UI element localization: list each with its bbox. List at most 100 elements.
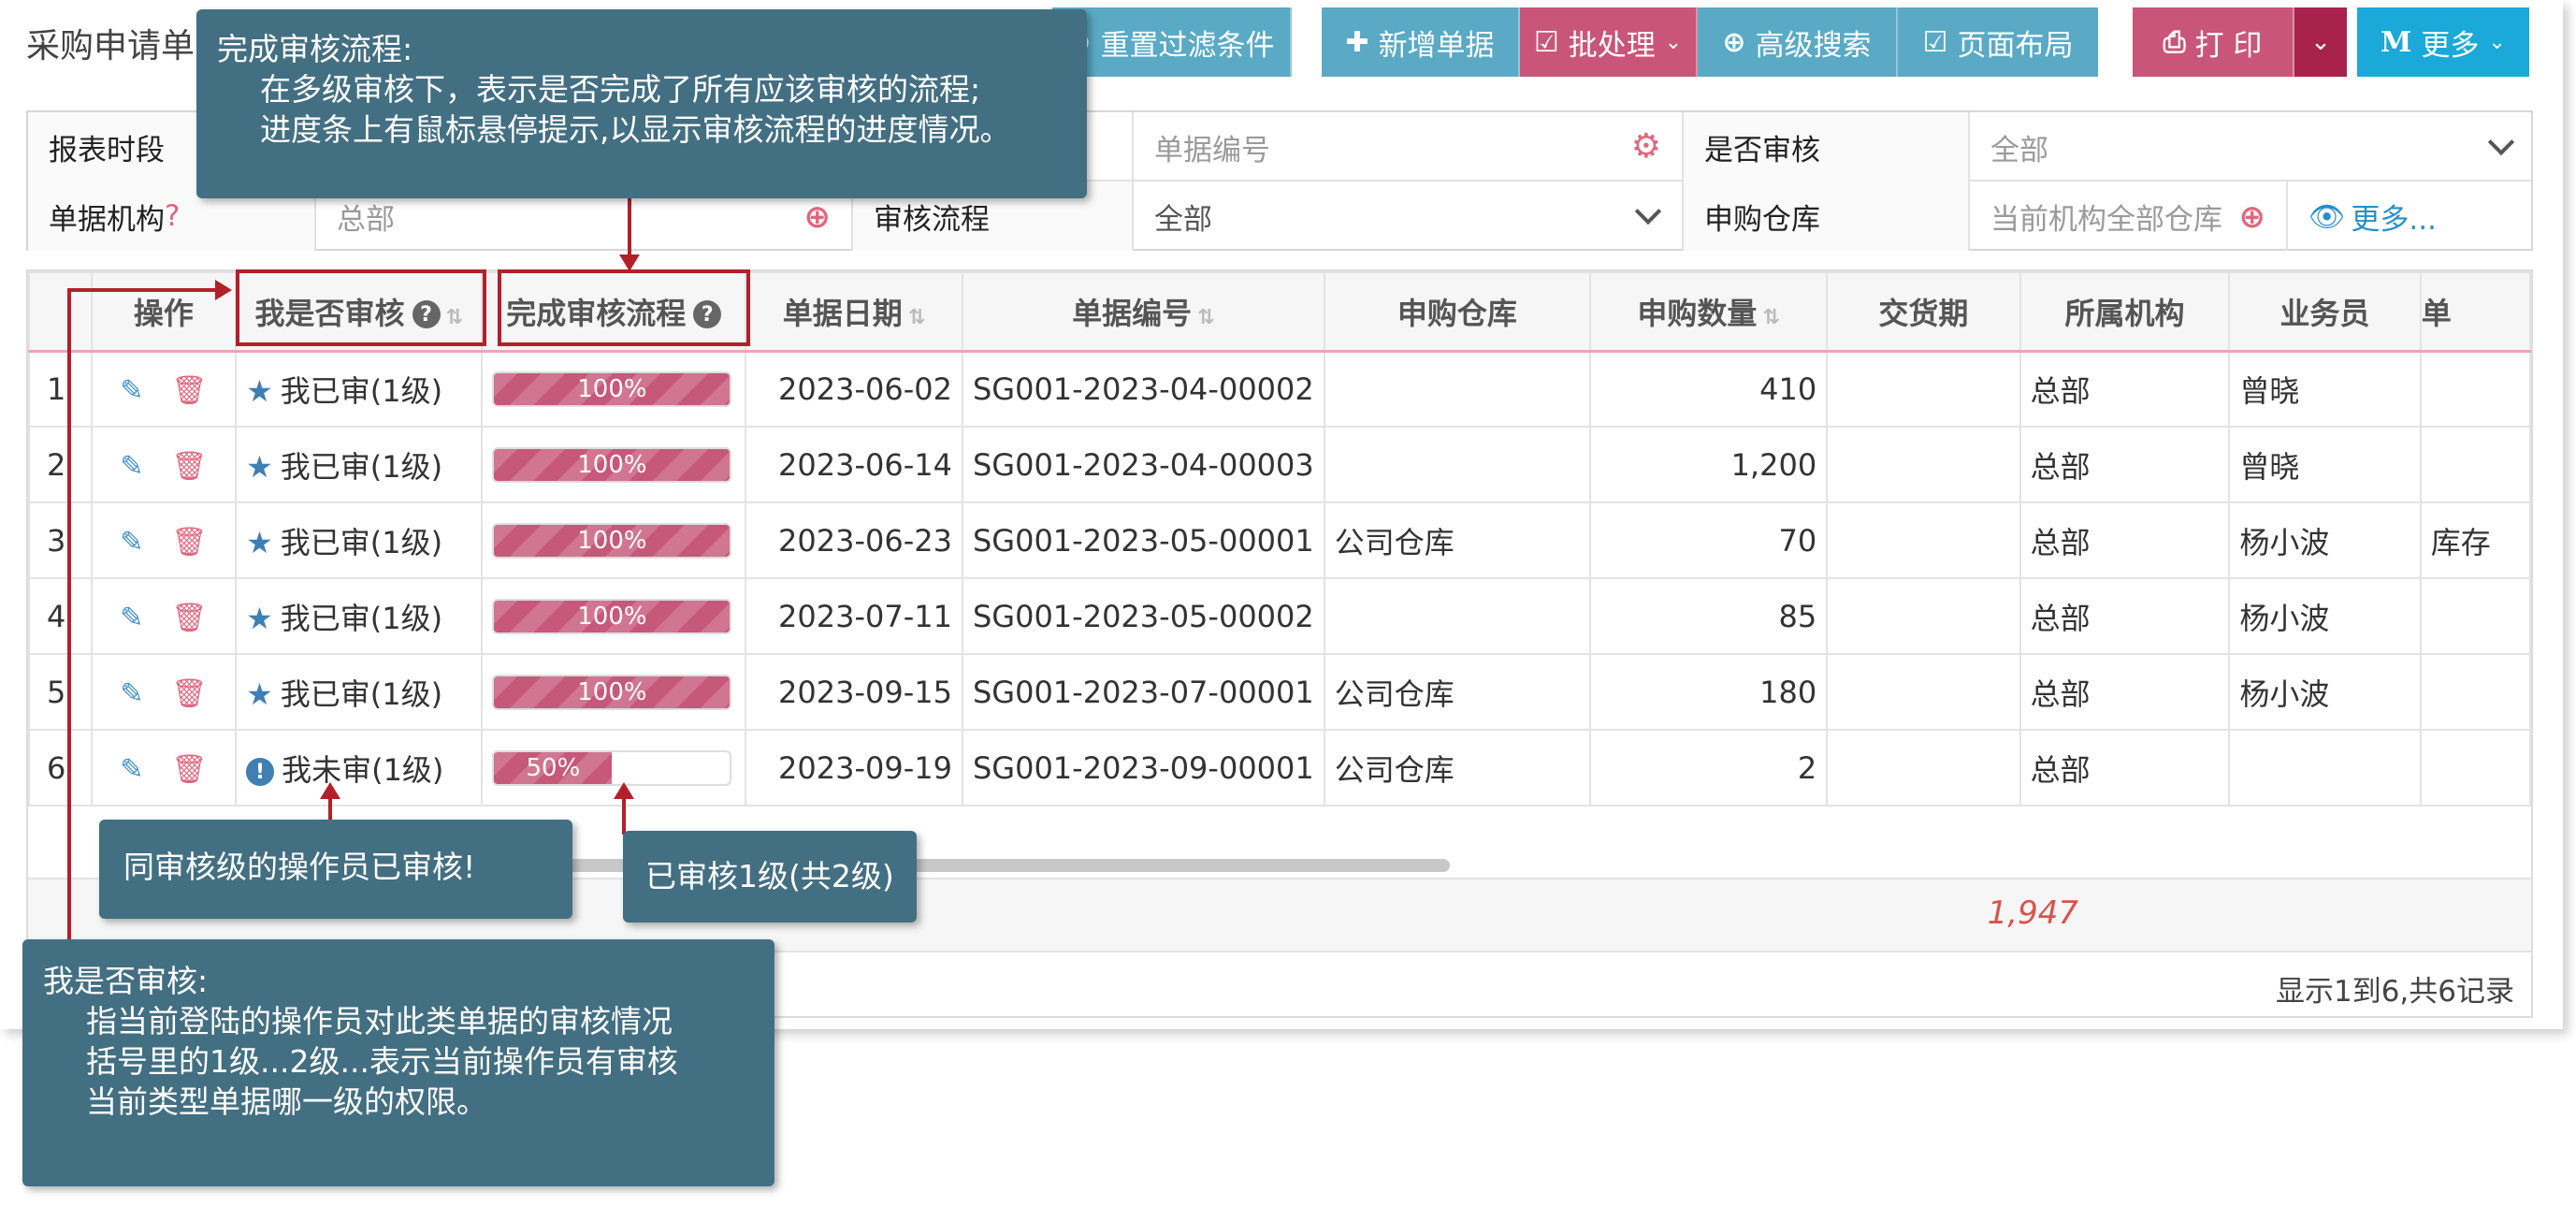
- audited-label: 是否审核: [1684, 112, 1970, 182]
- highlight-flow-header: [498, 269, 750, 346]
- toolbar-more: M 更多 ⌄: [2357, 7, 2529, 77]
- advanced-search-button[interactable]: ⊕ 高级搜索: [1698, 7, 1898, 77]
- row-doc-no: SG001-2023-05-00001: [961, 501, 1325, 579]
- gears-icon[interactable]: ⚙: [1631, 127, 1661, 166]
- row-warehouse: [1323, 577, 1591, 655]
- row-flow-progress[interactable]: 100%: [481, 426, 747, 503]
- row-date: 2023-09-15: [745, 653, 963, 731]
- row-flow-progress[interactable]: 100%: [481, 577, 747, 655]
- star-icon: ★: [246, 676, 273, 712]
- col-doc-no[interactable]: 单据编号 ⇅: [961, 271, 1325, 353]
- warehouse-input[interactable]: 当前机构全部仓库 ⊕: [1970, 182, 2288, 251]
- search-icon[interactable]: ⊕: [2239, 198, 2266, 236]
- row-warehouse: 公司仓库: [1323, 653, 1591, 731]
- sort-icon[interactable]: ⇅: [908, 306, 925, 329]
- row-org: 总部: [2019, 350, 2231, 428]
- sort-icon[interactable]: ⇅: [1197, 306, 1214, 329]
- progress-bar[interactable]: 100%: [492, 446, 732, 483]
- row-extra: [2419, 577, 2531, 655]
- more-button[interactable]: M 更多 ⌄: [2357, 7, 2529, 77]
- pager-info: 显示1到6,共6记录: [2275, 975, 2514, 1009]
- edit-icon[interactable]: ✎: [120, 753, 143, 786]
- progress-bar[interactable]: 100%: [492, 522, 732, 559]
- row-flow-progress[interactable]: 100%: [481, 501, 747, 579]
- row-delivery: [1826, 350, 2021, 428]
- table-row[interactable]: 3 ✎ 🗑 ★ 我已审(1级) 100% 2023-06-23 SG001-2023-05-0…: [28, 501, 2531, 579]
- trash-icon[interactable]: 🗑: [171, 677, 207, 710]
- progress-fill: 100%: [494, 676, 731, 708]
- col-warehouse[interactable]: 申购仓库: [1323, 271, 1591, 353]
- table-row[interactable]: 2 ✎ 🗑 ★ 我已审(1级) 100% 2023-06-14 SG001-2023-04-0…: [28, 426, 2531, 503]
- audited-select[interactable]: 全部: [1970, 112, 2535, 182]
- col-staff[interactable]: 业务员: [2228, 271, 2422, 353]
- col-org[interactable]: 所属机构: [2019, 271, 2231, 353]
- print-dropdown-button[interactable]: ⌄: [2294, 7, 2347, 77]
- col-date[interactable]: 单据日期 ⇅: [745, 271, 963, 353]
- progress-bar[interactable]: 100%: [492, 371, 732, 407]
- trash-icon[interactable]: 🗑: [171, 374, 207, 407]
- progress-bar[interactable]: 50%: [492, 749, 732, 786]
- row-qty: 180: [1588, 653, 1829, 731]
- edit-icon[interactable]: ✎: [120, 450, 143, 483]
- sort-icon[interactable]: ⇅: [1762, 306, 1779, 329]
- print-button[interactable]: ⎙ 打 印: [2133, 7, 2294, 77]
- row-doc-no: SG001-2023-04-00003: [961, 426, 1325, 503]
- flow-select[interactable]: 全部: [1134, 182, 1684, 251]
- col-extra[interactable]: 单: [2419, 271, 2531, 353]
- edit-icon[interactable]: ✎: [120, 677, 143, 710]
- table-row[interactable]: 5 ✎ 🗑 ★ 我已审(1级) 100% 2023-09-15 SG001-2023-07-0…: [28, 653, 2531, 731]
- col-qty[interactable]: 申购数量 ⇅: [1588, 271, 1829, 353]
- trash-icon[interactable]: 🗑: [171, 450, 207, 483]
- progress-bar[interactable]: 100%: [492, 598, 732, 634]
- doc-no-input[interactable]: 单据编号 ⚙: [1134, 112, 1684, 182]
- zoom-search-icon: ⊕: [1722, 25, 1746, 59]
- edit-icon[interactable]: ✎: [120, 602, 143, 634]
- row-staff: 曾晓: [2228, 426, 2422, 503]
- col-delivery[interactable]: 交货期: [1826, 271, 2021, 353]
- trash-icon[interactable]: 🗑: [171, 753, 207, 786]
- progress-fill: 100%: [494, 524, 731, 557]
- row-ops: ✎ 🗑: [90, 350, 238, 428]
- chevron-down-icon: ⌄: [2310, 28, 2331, 56]
- search-icon[interactable]: ⊕: [804, 198, 832, 236]
- row-staff: [2228, 729, 2422, 806]
- trash-icon[interactable]: 🗑: [171, 526, 207, 559]
- row-extra: 库存: [2419, 501, 2531, 579]
- row-my-audit: ! 我未审(1级): [235, 729, 484, 806]
- row-staff: 曾晓: [2228, 350, 2422, 428]
- row-flow-progress[interactable]: 100%: [481, 653, 747, 731]
- arrow-up-icon: [614, 782, 634, 799]
- batch-button[interactable]: ☑ 批处理 ⌄: [1520, 7, 1698, 77]
- row-flow-progress[interactable]: 100%: [481, 350, 747, 428]
- chevron-down-icon: ⌄: [1664, 30, 1683, 54]
- table-row[interactable]: 1 ✎ 🗑 ★ 我已审(1级) 100% 2023-06-02 SG001-2023-04-0…: [28, 350, 2531, 428]
- page-layout-button[interactable]: ☑ 页面布局: [1898, 7, 2098, 77]
- toolbar-right: ⎙ 打 印 ⌄: [2133, 7, 2347, 77]
- table-row[interactable]: 4 ✎ 🗑 ★ 我已审(1级) 100% 2023-07-11 SG001-2023-05-0…: [28, 577, 2531, 655]
- row-staff: 杨小波: [2228, 653, 2422, 731]
- trash-icon[interactable]: 🗑: [171, 602, 207, 634]
- row-date: 2023-07-11: [745, 577, 963, 655]
- chevron-down-icon: [1634, 197, 1662, 225]
- row-delivery: [1826, 426, 2021, 503]
- table-row[interactable]: 6 ✎ 🗑! 我未审(1级) 50% 2023-09-19 SG001-2023-09-00…: [28, 729, 2531, 806]
- edit-icon[interactable]: ✎: [120, 374, 143, 407]
- row-org: 总部: [2019, 577, 2231, 655]
- highlight-my-audit-header: [236, 269, 486, 346]
- row-extra: [2419, 426, 2531, 503]
- m-icon: M: [2381, 25, 2412, 59]
- horizontal-scrollbar[interactable]: [421, 859, 1450, 872]
- new-doc-button[interactable]: ✚ 新增单据: [1322, 7, 1520, 77]
- page-title: 采购申请单: [26, 27, 195, 65]
- row-warehouse: 公司仓库: [1323, 501, 1591, 579]
- row-ops: ✎ 🗑: [90, 729, 238, 806]
- row-index: 4: [28, 577, 93, 655]
- row-delivery: [1826, 653, 2021, 731]
- progress-bar[interactable]: 100%: [492, 674, 732, 710]
- filter-more-link[interactable]: 👁 更多...: [2288, 182, 2535, 251]
- org-help-mark: ?: [165, 199, 181, 233]
- row-my-audit: ★ 我已审(1级): [235, 577, 484, 655]
- toolbar-main: ✚ 新增单据 ☑ 批处理 ⌄ ⊕ 高级搜索 ☑ 页面布局: [1322, 7, 2098, 77]
- edit-icon[interactable]: ✎: [120, 526, 143, 559]
- reset-filter-button[interactable]: ⊘ 重置过滤条件: [1052, 7, 1292, 77]
